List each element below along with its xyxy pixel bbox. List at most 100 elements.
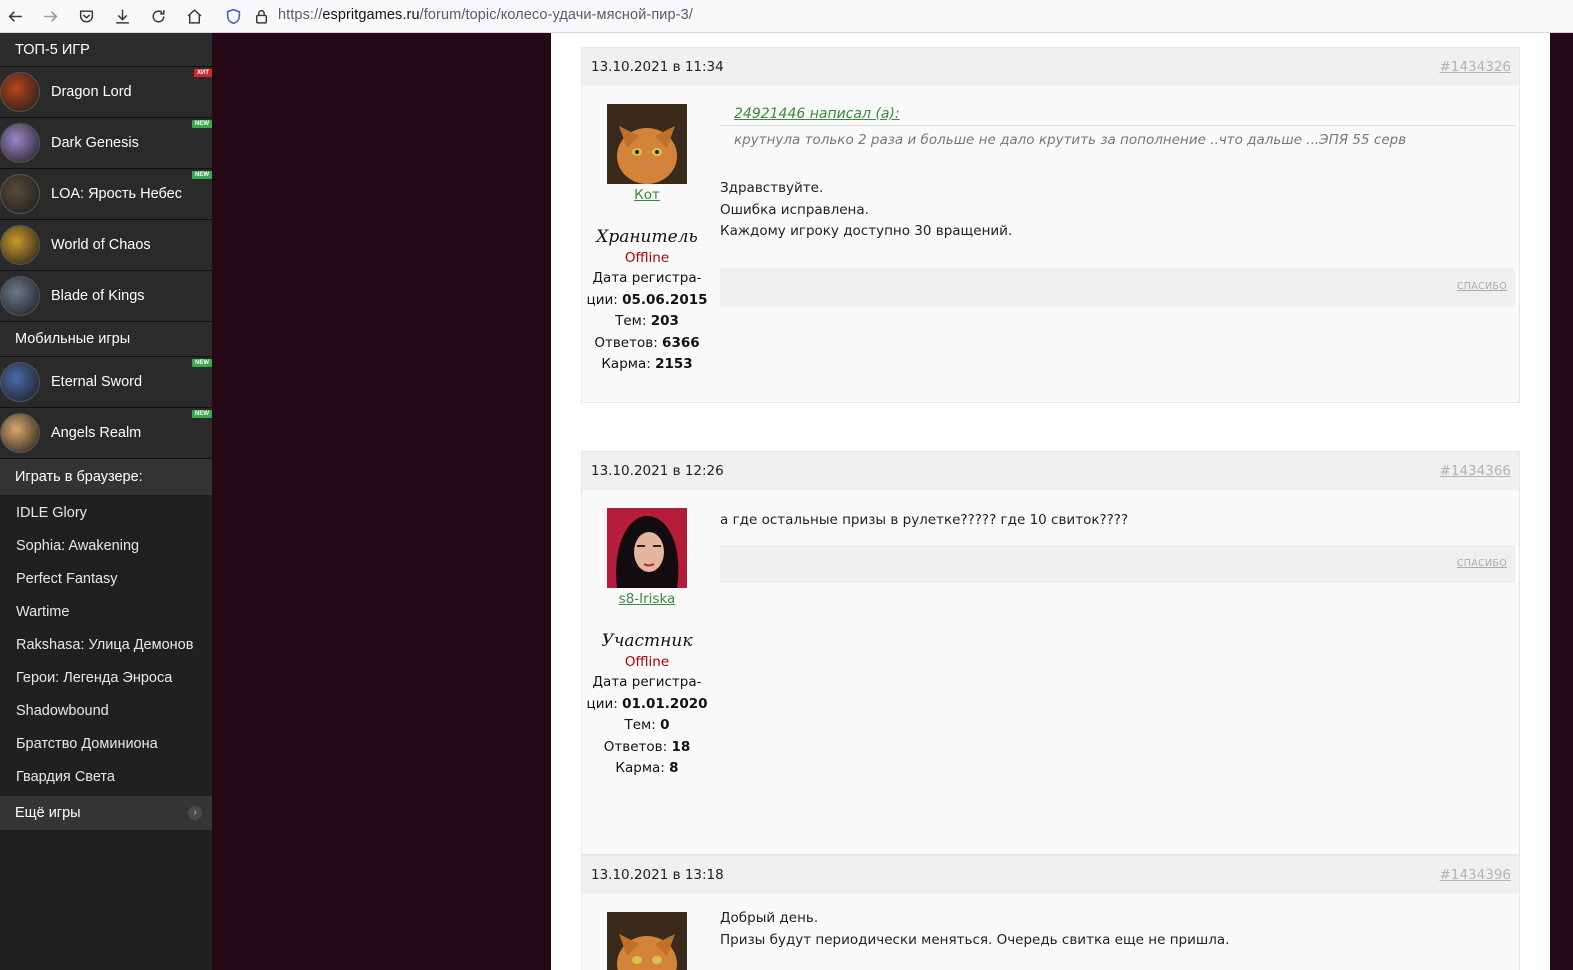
more-games-button[interactable]: Ещё игры › — [0, 796, 212, 830]
mobile-games-title[interactable]: Мобильные игры — [0, 322, 212, 357]
post-author-card — [582, 894, 712, 970]
browser-games-title: Играть в браузере: — [0, 459, 212, 495]
url-path: /forum/topic/колесо-удачи-мясной-пир-3/ — [419, 7, 693, 23]
more-games-label: Ещё игры — [15, 805, 81, 821]
author-topics: Тем: 203 — [615, 313, 679, 329]
post-date: 13.10.2021 в 11:34 — [591, 59, 724, 75]
browser-game-link[interactable]: Гвардия Света — [0, 761, 212, 794]
blade-of-kings-icon — [0, 276, 40, 316]
reload-icon[interactable] — [146, 4, 170, 28]
back-icon[interactable] — [3, 4, 27, 28]
sidebar-game-item[interactable]: Angels Realm NEW — [0, 408, 212, 459]
author-reg: Дата регистра-ции: 01.01.2020 — [586, 674, 708, 712]
quote-author[interactable]: 24921446 написал (а): — [720, 106, 1515, 126]
sidebar-game-label: LOA: Ярость Небес — [51, 186, 182, 202]
sidebar-game-item[interactable]: Dark Genesis NEW — [0, 118, 212, 169]
post-header: 13.10.2021 в 13:18 #1434396 — [582, 856, 1519, 894]
author-status: Offline — [624, 654, 670, 670]
game-badge: ХИТ — [194, 69, 212, 77]
game-badge: NEW — [192, 120, 212, 128]
message-line: Ошибка исправлена. — [720, 201, 869, 218]
game-badge: NEW — [192, 410, 212, 418]
download-icon[interactable] — [110, 4, 134, 28]
avatar[interactable] — [607, 104, 687, 184]
url-host: espritgames.ru — [322, 7, 420, 23]
message-line: Здравствуйте. — [720, 180, 824, 196]
message-line: Призы будут периодически меняться. Очере… — [720, 931, 1230, 948]
sidebar-game-label: Blade of Kings — [51, 288, 145, 304]
dark-genesis-icon — [0, 123, 40, 163]
post-body: Добрый день. Призы будут периодически ме… — [720, 908, 1515, 951]
game-badge: NEW — [192, 171, 212, 179]
post-date: 13.10.2021 в 13:18 — [591, 867, 724, 883]
post-author-card: Кот Хранитель Offline Дата регистра-ции:… — [582, 86, 712, 376]
browser-game-link[interactable]: Wartime — [0, 596, 212, 629]
avatar[interactable] — [607, 508, 687, 588]
scrollbar[interactable] — [1550, 33, 1573, 970]
author-replies: Ответов: 18 — [603, 738, 691, 755]
game-badge: NEW — [192, 359, 212, 367]
shield-icon[interactable] — [221, 4, 245, 28]
lock-icon[interactable] — [249, 4, 273, 28]
sidebar-game-item[interactable]: World of Chaos — [0, 220, 212, 271]
sidebar-game-item[interactable]: Blade of Kings — [0, 271, 212, 322]
post-permalink[interactable]: #1434366 — [1440, 452, 1511, 490]
loa-icon — [0, 174, 40, 214]
post-actions-bar: СПАСИБО — [720, 267, 1515, 306]
world-of-chaos-icon — [0, 225, 40, 265]
browser-game-link[interactable]: Perfect Fantasy — [0, 563, 212, 596]
forward-icon[interactable] — [38, 4, 62, 28]
sidebar-game-label: Angels Realm — [51, 425, 142, 441]
post-actions-bar: СПАСИБО — [720, 544, 1515, 583]
sidebar-game-label: Eternal Sword — [51, 374, 143, 390]
browser-game-link[interactable]: Shadowbound — [0, 695, 212, 728]
author-reg: Дата регистра-ции: 05.06.2015 — [586, 270, 708, 308]
sidebar-game-label: Dark Genesis — [51, 135, 139, 151]
post-permalink[interactable]: #1434396 — [1440, 856, 1511, 894]
home-icon[interactable] — [182, 4, 206, 28]
browser-game-link[interactable]: Братство Доминиона — [0, 728, 212, 761]
author-status: Offline — [624, 250, 670, 266]
post-body: а где остальные призы в рулетке????? где… — [720, 510, 1515, 583]
message-line: Добрый день. — [720, 910, 819, 926]
browser-game-link[interactable]: Rakshasa: Улица Демонов — [0, 629, 212, 662]
browser-toolbar: https://espritgames.ru/forum/topic/колес… — [0, 0, 1573, 33]
browser-game-link[interactable]: Герои: Легенда Энроса — [0, 662, 212, 695]
forum-post: 13.10.2021 в 12:26 #1434366 s8-Iriska Уч… — [581, 451, 1520, 855]
post-header: 13.10.2021 в 12:26 #1434366 — [582, 452, 1519, 490]
sidebar-game-item[interactable]: LOA: Ярость Небес NEW — [0, 169, 212, 220]
post-author-card: s8-Iriska Участник Offline Дата регистра… — [582, 490, 712, 780]
author-rank: Участник — [601, 631, 693, 651]
url-prefix: https:// — [278, 7, 323, 23]
thanks-button[interactable]: СПАСИБО — [1457, 558, 1507, 569]
message-line: а где остальные призы в рулетке????? где… — [720, 512, 1129, 528]
message-line: Каждому игроку доступно 30 вращений. — [720, 223, 1013, 239]
avatar[interactable] — [607, 912, 687, 970]
thanks-button[interactable]: СПАСИБО — [1457, 281, 1507, 292]
browser-game-link[interactable]: Sophia: Awakening — [0, 530, 212, 563]
angels-realm-icon — [0, 413, 40, 453]
author-karma: Карма: 8 — [615, 760, 679, 776]
author-name[interactable]: Кот — [582, 187, 712, 203]
author-topics: Тем: 0 — [624, 717, 670, 733]
browser-game-link[interactable]: IDLE Glory — [0, 497, 212, 530]
author-karma: Карма: 2153 — [601, 356, 693, 372]
quote-block: 24921446 написал (а): крутнула только 2 … — [720, 106, 1515, 148]
chevron-right-icon: › — [188, 806, 202, 820]
post-body: 24921446 написал (а): крутнула только 2 … — [720, 106, 1515, 306]
post-date: 13.10.2021 в 12:26 — [591, 463, 724, 479]
eternal-sword-icon — [0, 362, 40, 402]
author-name[interactable]: s8-Iriska — [582, 591, 712, 607]
games-sidebar: ТОП-5 ИГР Dragon Lord ХИТ Dark Genesis NEW L… — [0, 33, 212, 970]
address-bar[interactable]: https://espritgames.ru/forum/topic/колес… — [278, 7, 693, 23]
sidebar-game-item[interactable]: Dragon Lord ХИТ — [0, 67, 212, 118]
pocket-icon[interactable] — [74, 4, 98, 28]
author-replies: Ответов: 6366 — [594, 334, 700, 351]
sidebar-game-item[interactable]: Eternal Sword NEW — [0, 357, 212, 408]
forum-content: 13.10.2021 в 11:34 #1434326 Кот Хранител… — [551, 33, 1550, 970]
forum-post: 13.10.2021 в 13:18 #1434396 Добрый день.… — [581, 855, 1520, 970]
top-games-title: ТОП-5 ИГР — [0, 33, 212, 67]
quote-text: крутнула только 2 раза и больше не дало … — [734, 132, 1407, 148]
post-permalink[interactable]: #1434326 — [1440, 48, 1511, 86]
dragon-lord-icon — [0, 72, 40, 112]
